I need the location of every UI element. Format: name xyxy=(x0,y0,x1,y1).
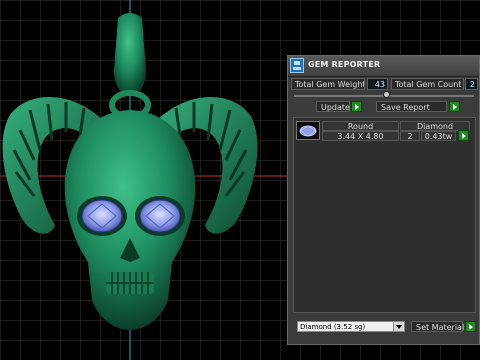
set-material-button[interactable]: Set Material xyxy=(411,321,465,332)
panel-titlebar[interactable]: GEM REPORTER xyxy=(288,56,479,77)
panel-slider-handle[interactable] xyxy=(383,91,390,98)
total-gem-count-value: 2 xyxy=(465,78,478,90)
total-gem-count-label: Total Gem Count xyxy=(391,78,464,90)
chevron-down-icon[interactable] xyxy=(393,322,404,331)
gem-row-go-icon[interactable] xyxy=(458,130,469,141)
set-material-go-icon[interactable] xyxy=(465,321,476,332)
gem-reporter-panel: GEM REPORTER Total Gem Weight 43 Total G… xyxy=(287,55,480,345)
update-go-icon[interactable] xyxy=(351,101,362,112)
material-select[interactable]: Diamond (3.52 sg) xyxy=(297,321,405,332)
set-material-button-label: Set Material xyxy=(416,323,465,332)
save-report-button-label: Save Report xyxy=(381,103,430,112)
save-report-go-icon[interactable] xyxy=(449,101,460,112)
gem-shape-cell: Round xyxy=(322,121,399,131)
gem-size-cell: 3.44 X 4.80 xyxy=(322,131,399,141)
gem-count-cell: 2 xyxy=(400,131,420,141)
round-gem-icon xyxy=(299,125,317,137)
update-button-label: Update xyxy=(321,103,350,112)
gem-reporter-logo-icon xyxy=(290,58,304,73)
material-select-value: Diamond (3.52 sg) xyxy=(300,323,366,331)
total-gem-weight-label: Total Gem Weight xyxy=(291,78,365,90)
gem-list: Round Diamond 3.44 X 4.80 2 0.43tw xyxy=(293,117,476,313)
gem-row-thumbnail xyxy=(296,121,320,140)
total-gem-weight-value: 43 xyxy=(367,78,388,90)
gem-weight-cell: 0.43tw xyxy=(421,131,456,141)
panel-title: GEM REPORTER xyxy=(308,60,381,69)
save-report-button[interactable]: Save Report xyxy=(376,101,447,112)
update-button[interactable]: Update xyxy=(316,101,350,112)
